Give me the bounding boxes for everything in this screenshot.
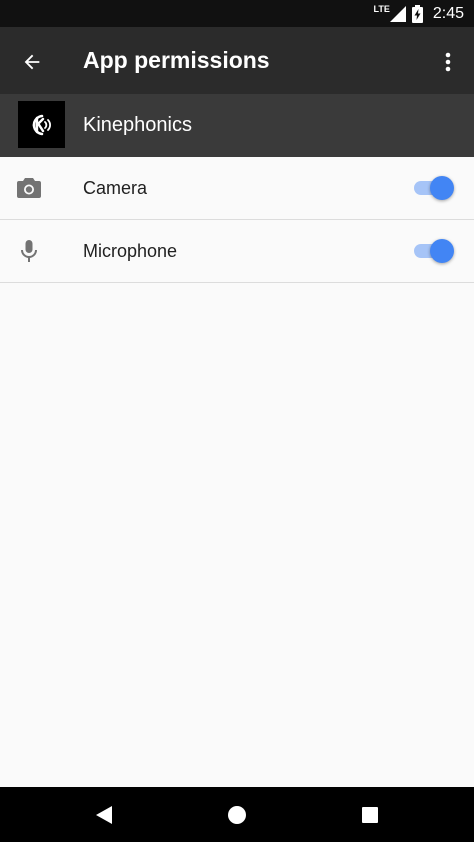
page-title: App permissions (83, 47, 270, 73)
permission-list: Camera Microphone (0, 157, 474, 283)
toggle-thumb (430, 239, 454, 263)
microphone-icon (16, 238, 42, 264)
nav-back-button[interactable] (88, 799, 120, 831)
nav-home-button[interactable] (221, 799, 253, 831)
nav-home-icon (228, 806, 246, 824)
app-permissions-screen: LTE 2:45 App permissions Kinephonics Cam… (0, 0, 474, 842)
permission-row-microphone[interactable]: Microphone (0, 220, 474, 283)
arrow-back-icon (24, 54, 40, 70)
app-name: Kinephonics (83, 114, 192, 136)
permission-row-camera[interactable]: Camera (0, 157, 474, 220)
signal-icon (389, 5, 406, 22)
back-button[interactable] (14, 44, 50, 80)
app-header: Kinephonics (0, 94, 474, 157)
app-bar: App permissions (0, 27, 474, 94)
camera-icon (16, 175, 42, 201)
permission-label: Camera (83, 178, 148, 198)
more-vert-icon (445, 52, 451, 72)
camera-toggle[interactable] (414, 176, 454, 200)
nav-recents-icon (362, 807, 378, 823)
battery-charging-icon (411, 4, 423, 23)
clock: 2:45 (432, 4, 464, 22)
nav-back-icon (96, 806, 112, 824)
navigation-bar (0, 787, 474, 842)
network-type: LTE (373, 3, 390, 14)
permission-label: Microphone (83, 241, 178, 261)
kinephonics-logo-icon (18, 101, 65, 148)
toggle-thumb (430, 176, 454, 200)
status-bar: LTE 2:45 (0, 0, 474, 27)
microphone-toggle[interactable] (414, 239, 454, 263)
nav-recents-button[interactable] (354, 799, 386, 831)
overflow-menu-button[interactable] (432, 44, 464, 80)
